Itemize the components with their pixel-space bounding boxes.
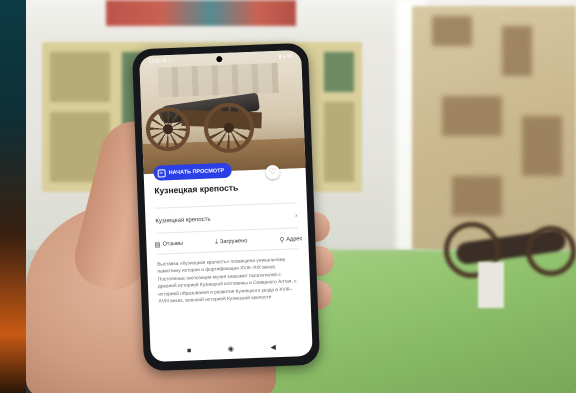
download-icon: ⤓ (214, 238, 219, 246)
wheel-hub (223, 122, 235, 134)
address-label: Адрес (286, 236, 303, 243)
wheel-hub (162, 123, 174, 135)
background-cannon-wheel (526, 226, 576, 276)
location-pin-icon: ⚲ (279, 236, 285, 244)
triangle-back-icon[interactable]: ◀ (270, 343, 276, 351)
phone-screen: 13:50 ☰ ☼ ▮ ▴ 48 НАЧАТЬ ПРОСМОТР ♡ Кузне… (139, 50, 313, 362)
board-green-panel (324, 52, 354, 92)
place-title: Кузнецкая крепость (154, 182, 239, 196)
favorite-button[interactable]: ♡ (265, 164, 280, 180)
heart-icon: ♡ (268, 167, 277, 177)
hanging-banner (106, 0, 296, 26)
start-viewing-label: НАЧАТЬ ПРОСМОТР (168, 167, 225, 176)
wall-tapestry (412, 6, 576, 250)
system-navigation-bar: ■ ◉ ◀ (150, 338, 312, 360)
reviews-button[interactable]: ▤ Отзывы (154, 240, 183, 249)
tapestry-figure (442, 96, 502, 136)
reviews-label: Отзывы (162, 240, 184, 248)
status-indicators: ▮ ▴ 48 (278, 53, 293, 60)
downloaded-label: Загружено (219, 238, 248, 246)
pedestal (478, 262, 504, 308)
status-time: 13:50 ☰ ☼ (148, 57, 173, 65)
divider (154, 202, 297, 209)
tapestry-figure (522, 116, 562, 176)
hero-image (139, 50, 306, 175)
actions-row: ▤ Отзывы ⤓ Загружено ⚲ Адрес (154, 235, 302, 249)
nav-item-fortress[interactable]: Кузнецкая крепость › (155, 212, 297, 224)
board-text-panel (324, 102, 354, 182)
chat-icon: ▤ (154, 241, 161, 249)
photo-left-edge (0, 0, 26, 393)
start-viewing-button[interactable]: НАЧАТЬ ПРОСМОТР (153, 162, 232, 181)
nav-item-label: Кузнецкая крепость (155, 216, 211, 225)
scan-icon (157, 168, 166, 178)
square-icon[interactable]: ■ (187, 347, 191, 354)
hero-wall-exhibits (157, 62, 279, 98)
description-text: Выставка «Кузнецкая крепость» посвящена … (157, 257, 297, 305)
circle-icon[interactable]: ◉ (228, 345, 234, 353)
downloaded-button[interactable]: ⤓ Загружено (215, 237, 248, 246)
chevron-right-icon: › (294, 212, 298, 220)
divider (156, 248, 299, 255)
divider (155, 227, 298, 234)
address-button[interactable]: ⚲ Адрес (279, 235, 302, 244)
smartphone: 13:50 ☰ ☼ ▮ ▴ 48 НАЧАТЬ ПРОСМОТР ♡ Кузне… (131, 42, 321, 372)
tapestry-figure (502, 26, 532, 76)
tapestry-figure (452, 176, 502, 216)
tapestry-figure (432, 16, 472, 46)
board-image (50, 52, 110, 102)
